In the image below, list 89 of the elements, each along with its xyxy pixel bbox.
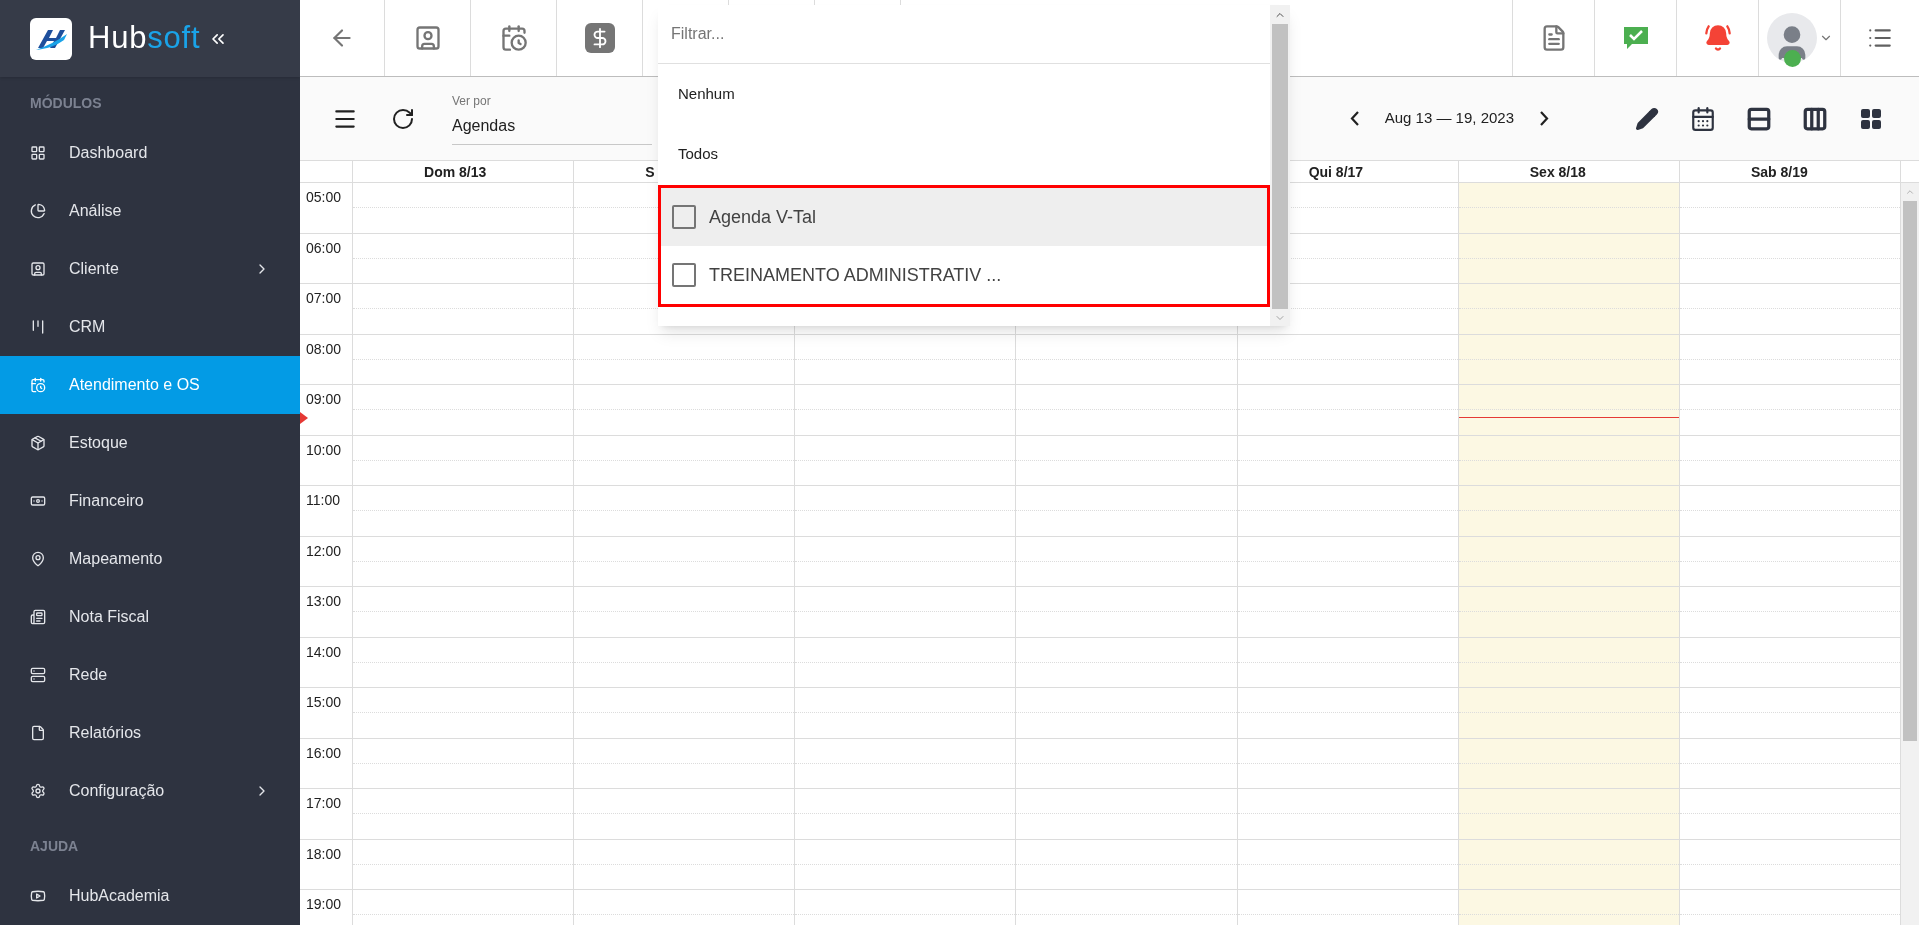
calendar-icon (1690, 105, 1716, 132)
menu-item[interactable]: Todos (658, 124, 1270, 184)
sidebar-item-label: Cliente (69, 259, 120, 279)
time-label: 08:00 (306, 340, 342, 357)
sidebar-item-label: Configuração (69, 781, 166, 801)
sidebar-item[interactable]: HubAcademia (0, 867, 300, 925)
calendar-clock-icon (30, 377, 46, 393)
sidebar-item-label: CRM (69, 317, 107, 337)
checkbox[interactable] (672, 263, 696, 287)
map-pin-icon (30, 551, 46, 567)
sidebar-item[interactable]: Cliente (0, 240, 300, 298)
sidebar-item[interactable]: Estoque (0, 414, 300, 472)
sidebar-item-label: Dashboard (69, 143, 149, 163)
checkbox[interactable] (672, 205, 696, 229)
grid-icon (30, 145, 46, 161)
time-label: 17:00 (306, 795, 342, 811)
dollar-icon (584, 23, 615, 53)
time-label: 18:00 (306, 845, 342, 862)
bell-icon (1703, 24, 1732, 52)
box-icon (30, 435, 46, 451)
section-title: MÓDULOS (29, 93, 103, 113)
time-label: 12:00 (306, 542, 342, 559)
select-label: Ver por (452, 93, 492, 110)
rows-icon (1746, 105, 1772, 132)
sidebar-item-label: Rede (69, 665, 109, 685)
sidebar-item[interactable]: Financeiro (0, 472, 300, 530)
logo-icon (30, 17, 72, 60)
option-row[interactable]: Agenda V-Tal (661, 188, 1267, 246)
document-icon (30, 609, 46, 625)
scrollbar-thumb[interactable] (1272, 24, 1288, 309)
grid-icon (1859, 106, 1883, 131)
day-header: S (645, 163, 655, 180)
sidebar-item[interactable]: Relatórios (0, 704, 300, 762)
sidebar-item[interactable]: Configuração (0, 762, 300, 820)
sidebar-item-label: HubAcademia (69, 886, 171, 906)
sidebar-item[interactable]: Análise (0, 182, 300, 240)
brand-name: Hubsoft (88, 19, 201, 58)
chevron-right-icon (1540, 111, 1549, 126)
sidebar-item-label: Nota Fiscal (69, 607, 151, 627)
pencil-icon (1635, 106, 1659, 131)
banknote-icon (30, 493, 46, 509)
file-icon (30, 725, 46, 741)
option-label: Agenda V-Tal (709, 205, 817, 229)
time-label: 14:00 (306, 643, 342, 660)
date-range: Aug 13 — 19, 2023 (1384, 108, 1514, 129)
time-label: 05:00 (306, 189, 342, 205)
option-label: TREINAMENTO ADMINISTRATIV ... (709, 263, 1002, 287)
server-icon (30, 667, 46, 683)
sidebar-item-label: Mapeamento (69, 549, 164, 569)
contact-icon (30, 261, 46, 277)
columns-icon (1802, 105, 1828, 132)
day-header: Qui 8/17 (1308, 163, 1364, 180)
time-label: 11:00 (306, 492, 340, 508)
sidebar-item-label: Atendimento e OS (69, 375, 201, 395)
section-title: AJUDA (29, 837, 80, 856)
time-label: 10:00 (306, 441, 342, 458)
previous-button[interactable] (1349, 111, 1359, 126)
time-label: 09:00 (306, 391, 342, 407)
time-label: 13:00 (306, 593, 342, 609)
board-icon (30, 319, 46, 335)
time-label: 19:00 (306, 896, 342, 912)
sidebar-item[interactable]: Nota Fiscal (0, 588, 300, 646)
scrollbar-thumb[interactable] (1903, 201, 1917, 741)
contact-icon (413, 24, 442, 52)
video-icon (30, 888, 46, 904)
sidebar-item[interactable]: CRM (0, 298, 300, 356)
menu-item[interactable]: Nenhum (658, 64, 1270, 124)
day-header: Dom 8/13 (424, 163, 487, 180)
day-header: Sex 8/18 (1529, 163, 1586, 180)
calendar-clock-icon (499, 24, 528, 52)
pie-chart-icon (30, 203, 46, 219)
sidebar-item[interactable]: Dashboard (0, 124, 300, 182)
message-check-icon (1621, 24, 1650, 52)
refresh-icon (391, 106, 415, 131)
time-label: 07:00 (306, 290, 342, 306)
chevron-left-icon (1349, 111, 1359, 126)
time-label: 16:00 (306, 744, 342, 761)
settings-icon (30, 783, 46, 799)
time-label: 06:00 (306, 239, 342, 256)
sidebar-item-label: Estoque (69, 433, 129, 453)
day-header: Sab 8/19 (1750, 163, 1808, 180)
next-button[interactable] (1540, 111, 1549, 126)
time-label: 15:00 (306, 694, 342, 710)
sidebar-item-label: Análise (69, 201, 123, 221)
sidebar-item-label: Relatórios (69, 723, 143, 743)
sidebar-item[interactable]: Rede (0, 646, 300, 704)
sidebar-item-label: Financeiro (69, 491, 145, 511)
sidebar-item[interactable]: Mapeamento (0, 530, 300, 588)
view-select[interactable]: Agendas (452, 114, 652, 145)
